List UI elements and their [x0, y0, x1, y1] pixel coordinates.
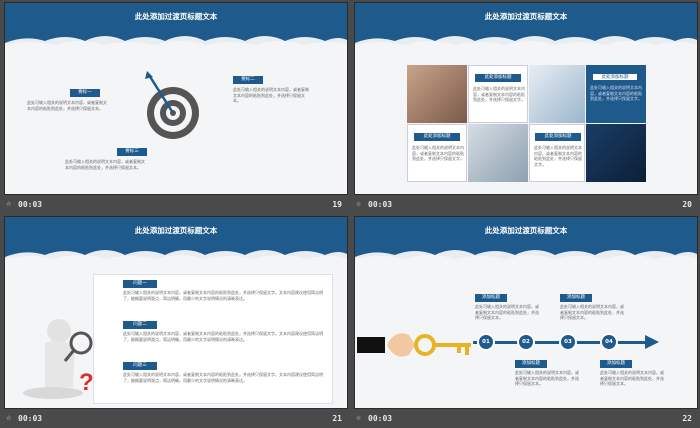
label-2: 问题二	[123, 321, 157, 329]
step-4: 04	[600, 333, 618, 351]
card-4-label: 此处添加标题	[535, 133, 581, 141]
card-4: 此处添加标题 此处可输入相关的说明文本内容，或者复制文本内容的粘贴到此处，并选择…	[529, 124, 585, 182]
label-2: 添加标题	[560, 294, 592, 302]
text-2: 此处可输入相关的说明文本内容，或者复制文本内容的粘贴到此处，并选择只保留文本。	[233, 87, 309, 103]
slide-header: 此处添加过渡页标题文本	[355, 3, 697, 63]
slide-footer: ☆ 00:03 19	[4, 197, 348, 213]
step-3: 03	[559, 333, 577, 351]
label-4: 添加标题	[600, 360, 632, 368]
slide-footer: ☆ 00:03 22	[354, 411, 698, 427]
transition-time: 00:03	[368, 200, 393, 209]
slide-number: 22	[682, 414, 692, 423]
label-1: 问题一	[123, 280, 157, 288]
slide-title: 此处添加过渡页标题文本	[134, 12, 218, 21]
text-3: 此处可输入相关的说明文本内容，或者复制文本内容的粘贴到此处，并选择只保留文本。	[65, 159, 145, 170]
slide-number: 21	[332, 414, 342, 423]
star-icon[interactable]: ☆	[356, 199, 361, 209]
slide-title: 此处添加过渡页标题文本	[134, 226, 218, 235]
magnifier-icon	[23, 319, 93, 399]
transition-time: 00:03	[18, 200, 43, 209]
text-1: 此处可输入相关的说明文本内容，或者复制文本内容的粘贴到此处，并选择只保留文本。	[475, 304, 539, 320]
slide-footer: ☆ 00:03 20	[354, 197, 698, 213]
card-4-text: 此处可输入相关的说明文本内容，或者复制文本内容的粘贴到此处，并选择只保留文字。	[534, 145, 582, 167]
step-1: 01	[477, 333, 495, 351]
slide-thumb-19[interactable]: 此处添加过渡页标题文本 要标一 要标二 要标三 此处可输入相关的说明文本内容，或…	[4, 2, 348, 214]
text-2: 此处可输入相关的说明文本内容，或者复制文本内容的粘贴到此处，并选择只保留文本。	[560, 304, 624, 320]
text-1: 此处可输入相关的说明文本内容，或者复制文本内容的粘贴到此处，并选择只保留文字。文…	[123, 290, 323, 301]
photo-vr-woman	[407, 65, 467, 123]
key-icon	[387, 333, 471, 357]
card-1-text: 此处可输入相关的说明文本内容，或者复制文本内容的粘贴到此处，并选择只保留文字。	[473, 86, 525, 102]
star-icon[interactable]: ☆	[6, 199, 11, 209]
slide-canvas: 此处添加过渡页标题文本 要标一 要标二 要标三 此处可输入相关的说明文本内容，或…	[4, 2, 348, 195]
slide-header: 此处添加过渡页标题文本	[5, 3, 347, 63]
label-3: 添加标题	[515, 360, 547, 368]
star-icon[interactable]: ☆	[6, 413, 11, 423]
label-1: 添加标题	[475, 294, 507, 302]
slide-header: 此处添加过渡页标题文本	[5, 217, 347, 277]
card-2: 此处添加标题 此处可输入相关的说明文本内容，或者复制文本内容的粘贴到此处，并选择…	[586, 65, 646, 123]
question-mark-icon: ?	[79, 369, 94, 396]
card-3-label: 此处添加标题	[414, 133, 460, 141]
slide-thumb-21[interactable]: 此处添加过渡页标题文本 ? 问题一 此处可输入相关的说明文本内容，或者复制文本内…	[4, 216, 348, 428]
slide-sorter-grid: 此处添加过渡页标题文本 要标一 要标二 要标三 此处可输入相关的说明文本内容，或…	[0, 0, 700, 428]
slide-canvas: 此处添加过渡页标题文本 01 02 03 04 添加标题 此处可输入相关的说明文…	[354, 216, 698, 409]
card-1-label: 此处添加标题	[475, 74, 521, 82]
text-3: 此处可输入相关的说明文本内容，或者复制文本内容的粘贴到此处，并选择只保留文本。	[515, 370, 579, 386]
slide-header: 此处添加过渡页标题文本	[355, 217, 697, 277]
card-3: 此处添加标题 此处可输入相关的说明文本内容，或者复制文本内容的粘贴到此处，并选择…	[407, 124, 467, 182]
slide-title: 此处添加过渡页标题文本	[484, 12, 568, 21]
slide-canvas: 此处添加过渡页标题文本 ? 问题一 此处可输入相关的说明文本内容，或者复制文本内…	[4, 216, 348, 409]
target-icon	[145, 71, 199, 139]
slide-canvas: 此处添加过渡页标题文本 此处添加标题 此处可输入相关的说明文本内容，或者复制文本…	[354, 2, 698, 195]
card-2-text: 此处可输入相关的说明文本内容，或者复制文本内容的粘贴到此处，并选择只保留文字。	[590, 85, 642, 101]
slide-thumb-20[interactable]: 此处添加过渡页标题文本 此处添加标题 此处可输入相关的说明文本内容，或者复制文本…	[354, 2, 698, 214]
slide-title: 此处添加过渡页标题文本	[484, 226, 568, 235]
photo-doctor	[529, 65, 585, 123]
card-1: 此处添加标题 此处可输入相关的说明文本内容，或者复制文本内容的粘贴到此处，并选择…	[468, 65, 528, 123]
text-2: 此处可输入相关的说明文本内容，或者复制文本内容的粘贴到此处，并选择只保留文字。文…	[123, 331, 323, 342]
label-1: 要标一	[70, 89, 100, 97]
label-2: 要标二	[233, 76, 263, 84]
transition-time: 00:03	[18, 414, 43, 423]
slide-footer: ☆ 00:03 21	[4, 411, 348, 427]
slide-number: 20	[682, 200, 692, 209]
black-block	[357, 337, 385, 353]
label-3: 问题三	[123, 362, 157, 370]
label-3: 要标三	[117, 148, 147, 156]
card-2-label: 此处添加标题	[592, 73, 638, 81]
card-3-text: 此处可输入相关的说明文本内容，或者复制文本内容的粘贴到此处，并选择只保留文字。	[412, 145, 464, 161]
photo-glass	[468, 124, 528, 182]
transition-time: 00:03	[368, 414, 393, 423]
text-3: 此处可输入相关的说明文本内容，或者复制文本内容的粘贴到此处，并选择只保留文字。文…	[123, 372, 323, 383]
text-1: 此处可输入相关的说明文本内容，或者复制文本内容的粘贴到此处，并选择只保留文本。	[27, 100, 107, 111]
step-2: 02	[517, 333, 535, 351]
slide-thumb-22[interactable]: 此处添加过渡页标题文本 01 02 03 04 添加标题 此处可输入相关的说明文…	[354, 216, 698, 428]
photo-businessman	[586, 124, 646, 182]
arrow-right-icon	[645, 335, 659, 349]
star-icon[interactable]: ☆	[356, 413, 361, 423]
slide-number: 19	[332, 200, 342, 209]
text-4: 此处可输入相关的说明文本内容，或者复制文本内容的粘贴到此处，并选择只保留文本。	[600, 370, 664, 386]
